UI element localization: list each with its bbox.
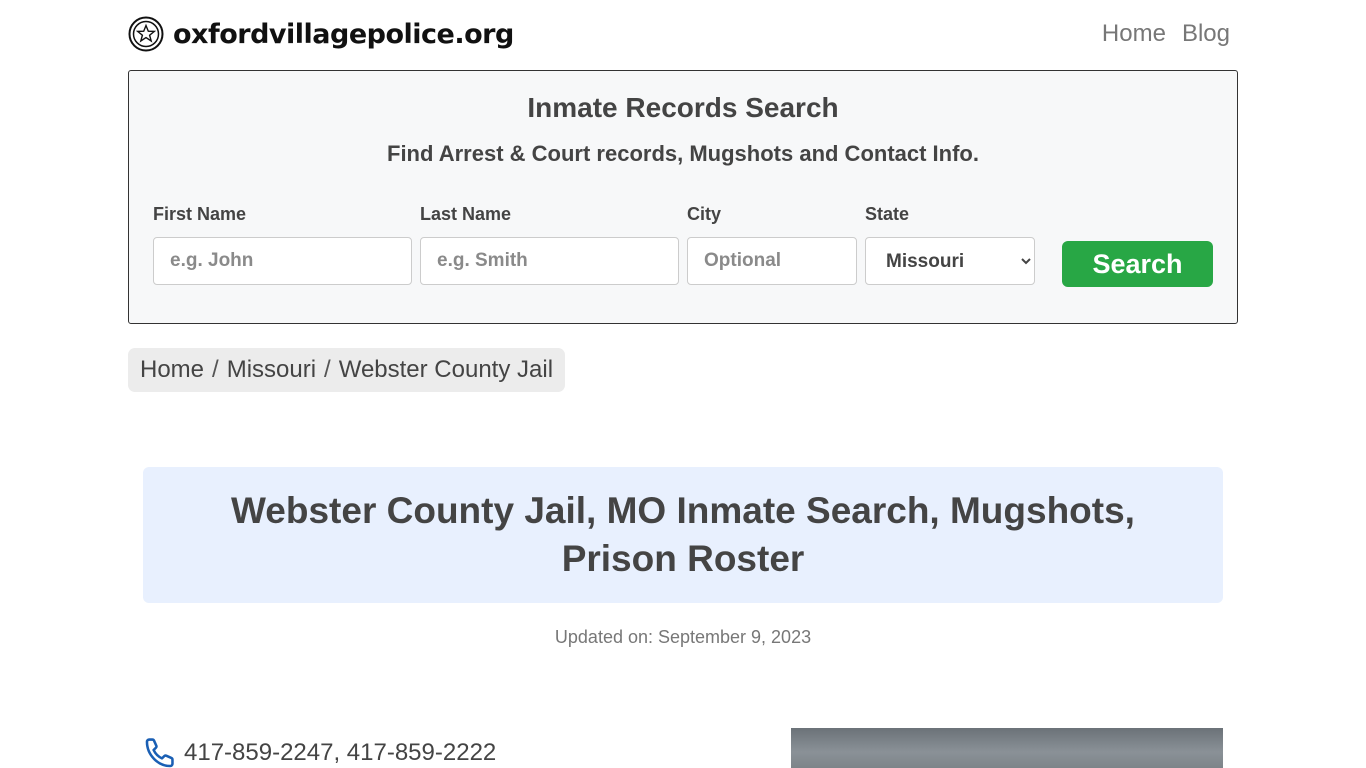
page-title: Webster County Jail, MO Inmate Search, M… xyxy=(231,490,1135,579)
facility-photo xyxy=(791,728,1223,768)
breadcrumb-separator: / xyxy=(324,356,331,383)
state-select[interactable]: Missouri xyxy=(865,237,1035,285)
breadcrumb-separator: / xyxy=(212,356,219,383)
page-title-banner: Webster County Jail, MO Inmate Search, M… xyxy=(143,467,1223,603)
site-header: oxfordvillagepolice.org Home Blog xyxy=(128,14,1238,54)
breadcrumb-missouri[interactable]: Missouri xyxy=(227,356,316,384)
breadcrumb-current: Webster County Jail xyxy=(338,356,554,383)
contact-phone: 417-859-2247, 417-859-2222 xyxy=(143,736,496,768)
phone-numbers: 417-859-2247, 417-859-2222 xyxy=(184,739,497,766)
breadcrumb-home[interactable]: Home xyxy=(140,356,204,384)
nav-home-link[interactable]: Home xyxy=(1102,20,1166,48)
search-button[interactable]: Search xyxy=(1062,241,1213,287)
search-subtitle: Find Arrest & Court records, Mugshots an… xyxy=(387,141,979,166)
phone-icon xyxy=(145,738,174,768)
first-name-input[interactable] xyxy=(153,237,412,285)
site-name: oxfordvillagepolice.org xyxy=(173,18,514,50)
updated-date: Updated on: September 9, 2023 xyxy=(554,627,812,647)
state-label: State xyxy=(865,204,910,224)
city-group: City xyxy=(687,204,857,285)
first-name-label: First Name xyxy=(153,204,247,224)
city-input[interactable] xyxy=(687,237,857,285)
last-name-input[interactable] xyxy=(420,237,679,285)
search-title: Inmate Records Search xyxy=(527,92,839,123)
last-name-group: Last Name xyxy=(420,204,679,285)
inmate-search-form: Inmate Records Search Find Arrest & Cour… xyxy=(128,70,1238,324)
badge-star-icon xyxy=(128,16,164,52)
nav-blog-link[interactable]: Blog xyxy=(1182,20,1230,48)
site-logo-link[interactable]: oxfordvillagepolice.org xyxy=(128,16,514,52)
breadcrumb: Home / Missouri / Webster County Jail xyxy=(128,348,566,392)
first-name-group: First Name xyxy=(153,204,412,285)
city-label: City xyxy=(687,204,722,224)
state-group: State Missouri xyxy=(865,204,1035,285)
main-nav: Home Blog xyxy=(1102,20,1230,48)
last-name-label: Last Name xyxy=(420,204,512,224)
